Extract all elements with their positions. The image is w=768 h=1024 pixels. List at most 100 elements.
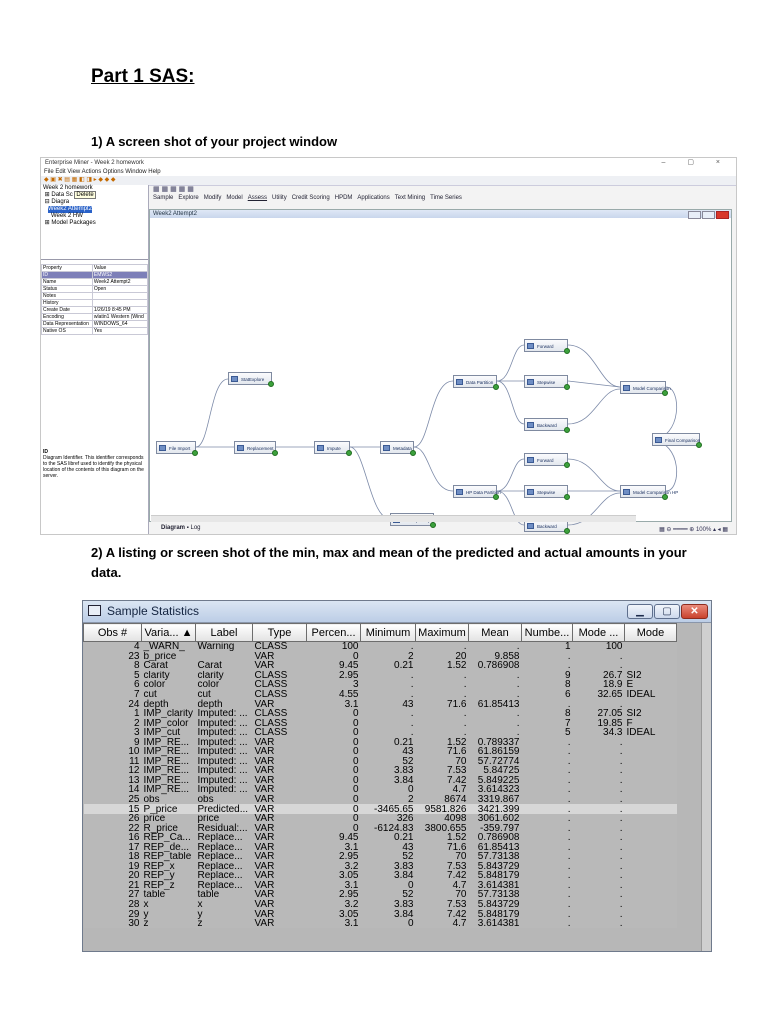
table-row[interactable]: 4 _WARN_ Warning CLASS 100... 1 100 (83, 641, 677, 652)
window-app-icon (88, 605, 101, 616)
table-row[interactable]: 9 IMP_RE... Imputed: ... VAR 0 0.21 1.52 0.7893… (83, 737, 677, 748)
property-row[interactable]: Notes (41, 292, 149, 300)
tree-diagrams[interactable]: ⊟ Diagra (41, 199, 148, 206)
table-row[interactable]: 19 REP_x Replace... VAR 3.2 3.83 7.53 5.843729.… (83, 861, 677, 872)
tab-sample[interactable]: Sample (153, 195, 173, 201)
em-menubar[interactable]: File Edit View Actions Options Window He… (41, 168, 736, 176)
column-header[interactable]: Label (195, 623, 253, 642)
em-window-controls[interactable]: – ▢ × (662, 158, 730, 168)
node-statexplore[interactable]: StatExplore (228, 372, 274, 387)
table-row[interactable]: 17 REP_de... Replace... VAR 3.1 43 71.6 61.8541… (83, 842, 677, 853)
node-forward-2[interactable]: Forward (524, 453, 570, 468)
node-data-partition[interactable]: Data Partition (453, 375, 499, 390)
property-row[interactable]: ID EMWS2 (41, 271, 149, 279)
tab-text-mining[interactable]: Text Mining (395, 195, 425, 201)
diagram-maximize-button[interactable] (702, 211, 715, 219)
column-header[interactable]: Minimum (360, 623, 416, 642)
table-row[interactable]: 20 REP_y Replace... VAR 3.05 3.84 7.42 5.848179… (83, 871, 677, 881)
project-tree[interactable]: Week 2 homework ⊞ Data Sc Delete ⊟ Diagr… (41, 185, 148, 260)
tab-model[interactable]: Model (226, 195, 242, 201)
diagram-minimize-button[interactable] (688, 211, 701, 219)
tree-data-sources[interactable]: ⊞ Data Sc Delete (41, 191, 148, 199)
process-flow-canvas[interactable]: File Import StatExplore Replacement Impu… (150, 219, 731, 534)
property-row[interactable]: Status Open (41, 285, 149, 293)
property-row[interactable]: Native OS Yes (41, 327, 149, 335)
tab-hpdm[interactable]: HPDM (335, 195, 353, 201)
table-row[interactable]: 24 depth depth VAR 3.1 43 71.6 61.85413.. (83, 699, 677, 709)
tab-credit-scoring[interactable]: Credit Scoring (292, 195, 330, 201)
table-row[interactable]: 8 Carat Carat VAR 9.45 0.21 1.52 0.786908.. (83, 661, 677, 671)
column-header[interactable]: Percen... (306, 623, 361, 642)
table-row[interactable]: 22 R_price Residual:... VAR 0 -6124.83 3800.65… (83, 823, 677, 833)
node-forward[interactable]: Forward (524, 339, 570, 354)
node-tab-row[interactable]: Sample Explore Modify Model Assess Utility Cre… (149, 194, 736, 202)
column-header[interactable]: Varia... ▲ (141, 623, 196, 642)
column-header[interactable]: Mean (468, 623, 522, 642)
table-row[interactable]: 15 P_price Predicted... VAR 0 -3465.65 9581.82… (83, 804, 677, 814)
tree-diagram-selected[interactable]: Week2 Attempt2 (41, 206, 148, 213)
node-tool-icons[interactable]: ▦ ▦ ▦ ▦ ▦ (149, 185, 736, 194)
property-row[interactable]: Data Representation WINDOWS_64 (41, 320, 149, 328)
table-row[interactable]: 23 b_price VAR 0 2 20 9.858.. (83, 651, 677, 662)
column-header[interactable]: Maximum (415, 623, 469, 642)
node-hp-data-partition[interactable]: HP Data Partition (453, 485, 501, 500)
tab-time-series[interactable]: Time Series (430, 195, 462, 201)
node-backward[interactable]: Backward (524, 418, 570, 433)
table-row[interactable]: 30 z z VAR 3.1 0 4.7 3.614381.. (83, 918, 677, 929)
table-row[interactable]: 5 clarity clarity CLASS 2.95... 9 26.7 SI2 (83, 670, 677, 681)
diagram-close-button[interactable] (716, 211, 729, 219)
node-stepwise[interactable]: Stepwise (524, 375, 570, 390)
close-button[interactable]: ✕ (681, 604, 708, 619)
table-row[interactable]: 7 cut cut CLASS 4.55... 6 32.65 IDEAL (83, 689, 677, 700)
zoom-control[interactable]: ▦ ⊖ ━━━━ ⊕ 100% ▴ ◂ ▦ (659, 526, 728, 533)
log-tab[interactable]: Log (190, 525, 200, 531)
table-row[interactable]: 27 table table VAR 2.95 52 70 57.73138.. (83, 890, 677, 900)
node-stepwise-2[interactable]: Stepwise (524, 485, 570, 500)
tab-modify[interactable]: Modify (204, 195, 222, 201)
property-row[interactable]: Encoding wlatin1 Western (Wind (41, 313, 149, 321)
table-row[interactable]: 25 obs obs VAR 0 2 8674 3319.867.. (83, 794, 677, 805)
table-cell: 100 (341, 641, 359, 652)
node-model-comparison[interactable]: Model Comparison (620, 381, 671, 396)
table-row[interactable]: 11 IMP_RE... Imputed: ... VAR 0 52 70 57.72774.… (83, 756, 677, 767)
table-vscrollbar[interactable] (701, 623, 711, 951)
node-metadata[interactable]: Metadata (380, 441, 416, 456)
maximize-button[interactable]: ▢ (654, 604, 680, 619)
node-file-import[interactable]: File Import (156, 441, 198, 456)
table-row[interactable]: 18 REP_table Replace... VAR 2.95 52 70 57.73138… (83, 852, 677, 862)
tab-applications[interactable]: Applications (357, 195, 389, 201)
column-header[interactable]: Mode (624, 623, 677, 642)
tab-utility[interactable]: Utility (272, 195, 287, 201)
table-row[interactable]: 3 IMP_cut Imputed: ... CLASS 0... 5 34.3 IDEAL (83, 727, 677, 738)
diagram-tab[interactable]: Diagram (161, 525, 185, 531)
table-row[interactable]: 10 IMP_RE... Imputed: ... VAR 0 43 71.6 61.8615… (83, 747, 677, 757)
table-row[interactable]: 6 color color CLASS 3... 8 18.9 E (83, 680, 677, 690)
table-row[interactable]: 2 IMP_color Imputed: ... CLASS 0... 7 19.85 F (83, 718, 677, 728)
node-final-comparison[interactable]: Final Comparison (652, 433, 702, 448)
node-impute[interactable]: Impute (314, 441, 352, 456)
table-row[interactable]: 29 y y VAR 3.05 3.84 7.42 5.848179.. (83, 909, 677, 919)
property-row[interactable]: Create Date 1/26/19 8:45 PM (41, 306, 149, 314)
column-header[interactable]: Type (252, 623, 307, 642)
table-row[interactable]: 26 price price VAR 0 326 4098 3061.602.. (83, 813, 677, 824)
column-header[interactable]: Numbe... (521, 623, 573, 642)
minimize-button[interactable]: ▁ (627, 604, 653, 619)
table-row[interactable]: 14 IMP_RE... Imputed: ... VAR 0 0 4.7 3.614323.… (83, 785, 677, 795)
column-header[interactable]: Obs # (83, 623, 142, 642)
tab-assess[interactable]: Assess (248, 195, 267, 201)
diagram-hscrollbar[interactable] (151, 515, 636, 522)
column-header[interactable]: Mode ... (572, 623, 625, 642)
tab-explore[interactable]: Explore (178, 195, 198, 201)
property-row[interactable]: History (41, 299, 149, 307)
table-row[interactable]: 12 IMP_RE... Imputed: ... VAR 0 3.83 7.53 5.847… (83, 766, 677, 776)
tree-diagram-item[interactable]: Week 2 HW (41, 213, 148, 220)
table-row[interactable]: 21 REP_z Replace... VAR 3.1 0 4.7 3.614381.. (83, 880, 677, 891)
property-row[interactable]: Name Week2 Attempt2 (41, 278, 149, 286)
table-row[interactable]: 16 REP_Ca... Replace... VAR 9.45 0.21 1.52 0.78… (83, 832, 677, 843)
tree-model-packages[interactable]: ⊞ Model Packages (41, 220, 148, 227)
table-row[interactable]: 28 x x VAR 3.2 3.83 7.53 5.843729.. (83, 899, 677, 910)
table-row[interactable]: 13 IMP_RE... Imputed: ... VAR 0 3.84 7.42 5.849… (83, 775, 677, 786)
node-model-comparison-hp[interactable]: Model Comparison HP (620, 485, 678, 500)
table-row[interactable]: 1 IMP_clarity Imputed: ... CLASS 0... 8 27.05 S… (83, 708, 677, 719)
node-replacement[interactable]: Replacement (234, 441, 278, 456)
